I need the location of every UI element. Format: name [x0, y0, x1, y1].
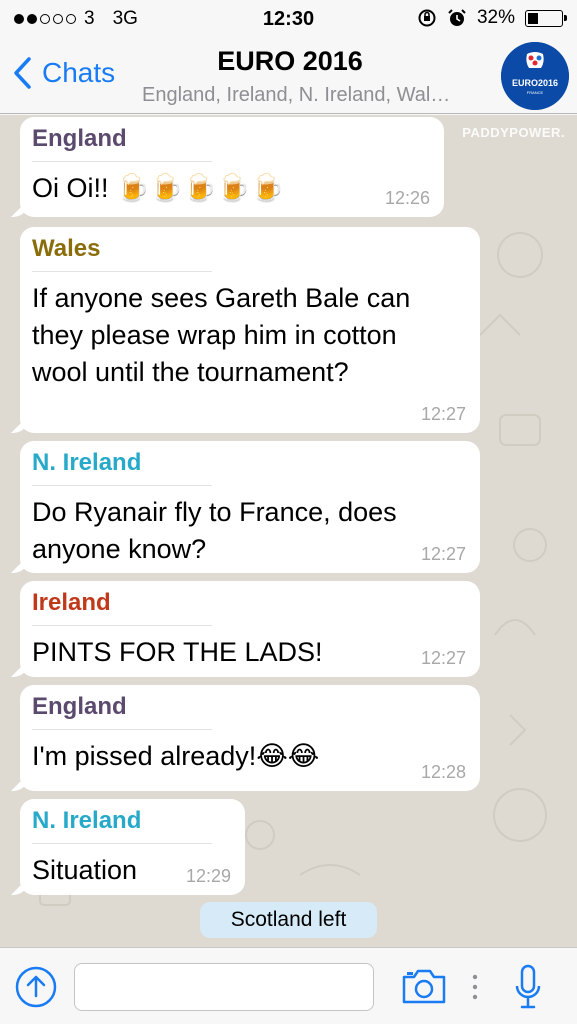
message-text: I'm pissed already!😂😂	[32, 741, 320, 771]
message-text: PINTS FOR THE LADS!	[32, 637, 323, 667]
share-button[interactable]	[15, 966, 57, 1008]
message-sender: Wales	[32, 235, 212, 272]
group-avatar[interactable]: EURO2016 FRANCE	[501, 42, 569, 110]
chevron-left-icon	[14, 57, 31, 89]
system-message: Scotland left	[200, 902, 377, 938]
message-text: Do Ryanair fly to France, does anyone kn…	[32, 497, 397, 564]
message-input[interactable]	[74, 963, 374, 1011]
battery-fill	[528, 12, 538, 24]
message-time: 12:29	[185, 866, 231, 886]
camera-button[interactable]	[400, 967, 448, 1005]
message-text: If anyone sees Gareth Bale can they plea…	[32, 283, 411, 387]
euro-2016-logo-icon: EURO2016 FRANCE	[501, 42, 569, 110]
chat-participants[interactable]: England, Ireland, N. Ireland, Wal…	[142, 84, 488, 107]
input-bar	[0, 947, 577, 1024]
alarm-icon	[448, 9, 466, 26]
back-button-label: Chats	[42, 57, 116, 88]
message-bubble[interactable]: Wales If anyone sees Gareth Bale can the…	[20, 227, 480, 433]
message-sender: England	[32, 125, 212, 162]
battery-percent: 32%	[476, 7, 515, 28]
message-time: 12:28	[420, 762, 466, 782]
svg-text:EURO2016: EURO2016	[512, 78, 558, 88]
more-options-icon[interactable]	[472, 974, 478, 1000]
navigation-bar: Chats EURO 2016 England, Ireland, N. Ire…	[0, 38, 577, 114]
back-button[interactable]: Chats	[12, 56, 115, 90]
battery-icon	[525, 9, 567, 27]
microphone-button[interactable]	[514, 964, 542, 1010]
message-bubble[interactable]: England Oi Oi!! 🍺🍺🍺🍺🍺 12:26	[20, 117, 444, 217]
watermark: PADDYPOWER.	[462, 125, 565, 140]
message-bubble[interactable]: N. Ireland Situation 12:29	[20, 799, 245, 895]
status-right: 32%	[417, 7, 567, 29]
status-bar: 3 3G 12:30 32%	[0, 0, 577, 38]
chat-title[interactable]: EURO 2016	[140, 46, 440, 77]
message-bubble[interactable]: England I'm pissed already!😂😂 12:28	[20, 685, 480, 791]
message-bubble[interactable]: Ireland PINTS FOR THE LADS! 12:27	[20, 581, 480, 677]
message-sender: England	[32, 693, 212, 730]
rotation-lock-icon	[418, 9, 436, 27]
message-bubble[interactable]: N. Ireland Do Ryanair fly to France, doe…	[20, 441, 480, 573]
message-time: 12:27	[420, 544, 466, 564]
svg-text:FRANCE: FRANCE	[527, 90, 544, 95]
chat-area[interactable]: PADDYPOWER. England Oi Oi!! 🍺🍺🍺🍺🍺 12:26 …	[0, 115, 577, 947]
message-time: 12:27	[420, 648, 466, 668]
message-text: Oi Oi!! 🍺🍺🍺🍺🍺	[32, 173, 285, 203]
message-sender: N. Ireland	[32, 449, 212, 486]
message-time: 12:26	[384, 188, 430, 208]
message-time: 12:27	[420, 404, 466, 424]
message-sender: N. Ireland	[32, 807, 212, 844]
message-sender: Ireland	[32, 589, 212, 626]
